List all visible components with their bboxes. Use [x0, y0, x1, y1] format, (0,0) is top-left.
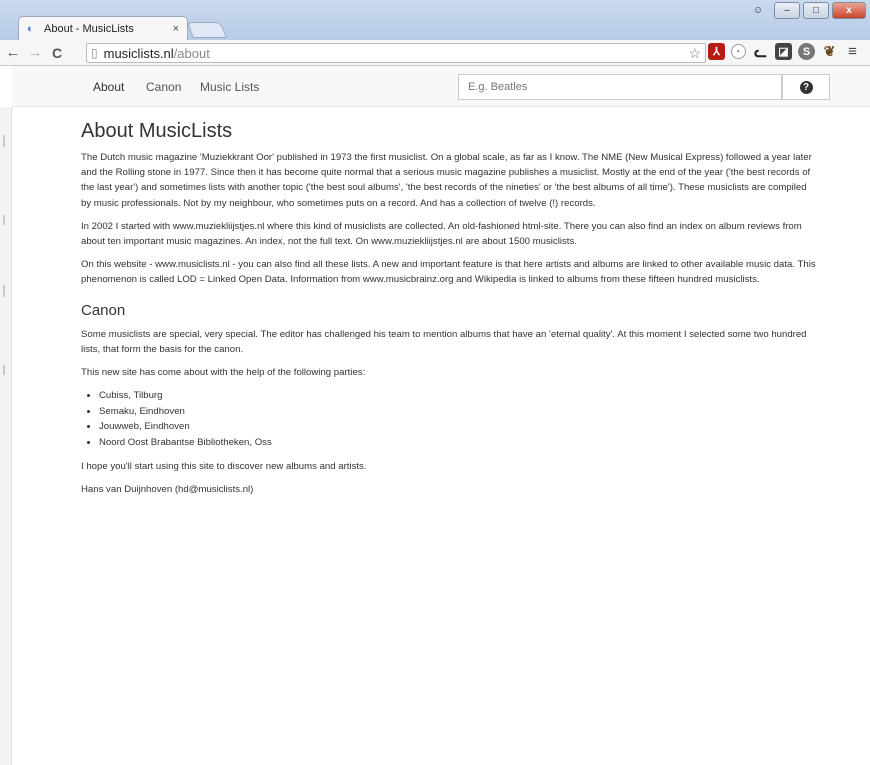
back-arrow-icon[interactable]: ← [4, 44, 22, 61]
page-title: About MusicLists [81, 120, 233, 142]
skype-icon[interactable]: S [798, 43, 815, 60]
canon-paragraph-2: This new site has come about with the he… [81, 367, 366, 379]
browser-tab[interactable]: ◐ About - MusicLists × [18, 16, 188, 40]
nav-music-lists-link[interactable]: Music Lists [200, 80, 259, 94]
url-host: musiclists.nl [103, 45, 174, 61]
signature: Hans van Duijnhoven (hd@musiclists.nl) [81, 483, 254, 495]
forward-arrow-icon[interactable]: → [26, 44, 44, 61]
new-tab-button[interactable] [187, 22, 227, 38]
intro-paragraph-2: In 2002 I started with www.muziekliijstj… [81, 220, 802, 248]
list-item: Noord Oost Brabantse Bibliotheken, Oss [99, 435, 816, 451]
extension-icons: ⅄ · ᓚ ◪ S ❦ ≡ [708, 43, 861, 61]
url-path: /about [173, 45, 210, 61]
nav-about-link[interactable]: About [93, 80, 124, 94]
site-navbar: About Canon Music Lists ? [12, 66, 870, 107]
intro-paragraph-1: The Dutch music magazine 'Muziekkrant Oo… [81, 152, 812, 209]
browser-toolbar: ← → C ▯ musiclists.nl/about ☆ ⅄ · ᓚ ◪ S … [0, 40, 870, 66]
parties-list: Cubiss, Tilburg Semaku, Eindhoven Jouwwe… [99, 388, 816, 450]
search-input[interactable] [458, 74, 782, 100]
main-content: About MusicLists The Dutch music magazin… [81, 118, 816, 505]
globe-icon[interactable]: · [731, 44, 746, 59]
menu-icon[interactable]: ≡ [844, 43, 861, 60]
help-button[interactable]: ? [782, 74, 830, 100]
intro-paragraph-3: On this website - www.musiclists.nl - yo… [81, 259, 816, 286]
canon-heading: Canon [81, 301, 126, 319]
bookmark-star-icon[interactable]: ☆ [688, 45, 701, 62]
address-bar[interactable]: ▯ musiclists.nl/about ☆ [86, 43, 706, 63]
closing-paragraph: I hope you'll start using this site to d… [81, 460, 367, 472]
page-icon: ▯ [91, 46, 98, 60]
user-profile-icon[interactable]: ☺ [745, 2, 771, 19]
reload-icon[interactable]: C [48, 45, 66, 61]
tab-close-icon[interactable]: × [173, 23, 179, 35]
tab-title: About - MusicLists [44, 22, 134, 35]
left-gutter [0, 107, 12, 765]
canon-paragraph-1: Some musiclists are special, very specia… [81, 328, 807, 355]
nav-canon-link[interactable]: Canon [146, 80, 181, 94]
window-controls: ☺ – □ x [745, 2, 866, 19]
cat-icon[interactable]: ᓚ [752, 43, 769, 61]
browser-title-bar: ◐ About - MusicLists × ☺ – □ x [0, 0, 870, 40]
maximize-button[interactable]: □ [803, 2, 829, 19]
musiclists-favicon-icon: ◐ [27, 22, 34, 35]
close-window-button[interactable]: x [832, 2, 866, 19]
question-circle-icon: ? [799, 80, 813, 94]
square-icon[interactable]: ◪ [775, 43, 792, 60]
minimize-button[interactable]: – [774, 2, 800, 19]
dog-icon[interactable]: ❦ [821, 43, 838, 60]
list-item: Jouwweb, Eindhoven [99, 419, 816, 435]
list-item: Cubiss, Tilburg [99, 388, 816, 404]
list-item: Semaku, Eindhoven [99, 404, 816, 420]
acrobat-icon[interactable]: ⅄ [708, 43, 725, 60]
